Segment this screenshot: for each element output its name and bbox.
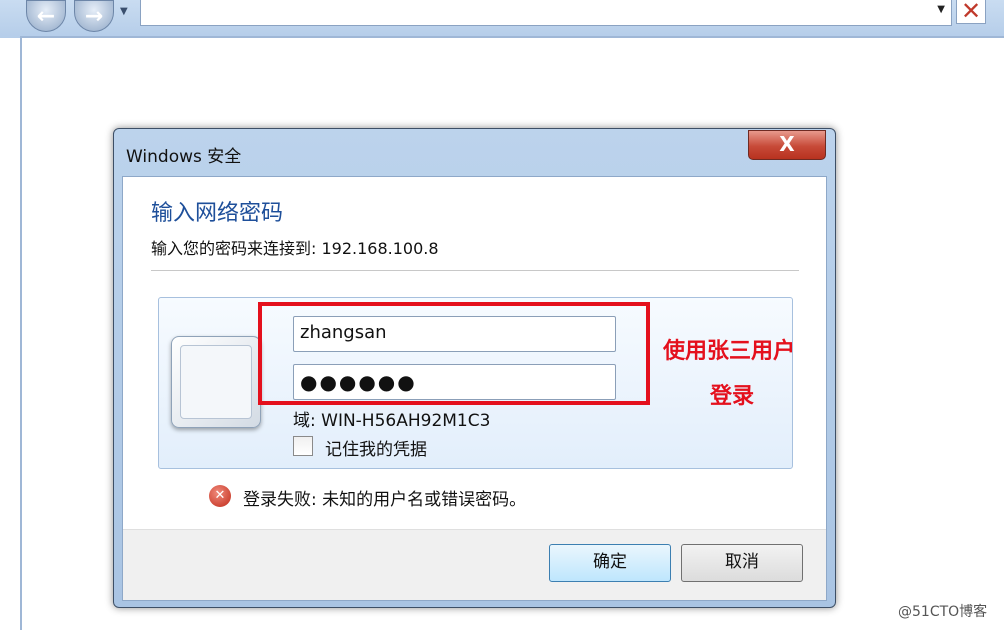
dialog-footer: 确定 取消 — [123, 529, 826, 600]
remember-credentials-checkbox[interactable] — [293, 436, 313, 456]
arrow-left-icon: ← — [36, 3, 56, 29]
domain-label: 域: WIN-H56AH92M1C3 — [293, 411, 491, 431]
annotation-highlight-box — [258, 302, 650, 405]
browser-toolbar: ← → ▼ ▼ ✕ — [0, 0, 1004, 38]
watermark: @51CTO博客 — [898, 604, 988, 620]
error-message: 登录失败: 未知的用户名或错误密码。 — [243, 490, 527, 510]
dialog-title: Windows 安全 — [126, 147, 242, 167]
close-icon: X — [779, 132, 795, 156]
history-dropdown-icon[interactable]: ▼ — [120, 6, 128, 17]
annotation-text-2: 登录 — [710, 384, 755, 409]
chevron-down-icon[interactable]: ▼ — [937, 4, 945, 15]
user-avatar-icon — [171, 336, 261, 428]
avatar-frame — [180, 345, 252, 419]
cancel-button[interactable]: 取消 — [681, 544, 803, 582]
browser-close-button[interactable]: ✕ — [956, 0, 986, 24]
error-icon: ✕ — [209, 485, 231, 507]
arrow-right-icon: → — [84, 3, 104, 29]
dialog-subtitle: 输入您的密码来连接到: 192.168.100.8 — [151, 239, 439, 258]
divider — [151, 270, 799, 271]
dialog-close-button[interactable]: X — [748, 130, 826, 160]
back-button[interactable]: ← — [26, 0, 66, 32]
ok-button[interactable]: 确定 — [549, 544, 671, 582]
close-icon: ✕ — [960, 0, 982, 25]
address-bar[interactable]: ▼ — [140, 0, 952, 26]
remember-credentials-label[interactable]: 记住我的凭据 — [325, 435, 427, 460]
dialog-heading: 输入网络密码 — [151, 201, 284, 226]
annotation-text: 使用张三用户 — [663, 339, 796, 364]
forward-button[interactable]: → — [74, 0, 114, 32]
